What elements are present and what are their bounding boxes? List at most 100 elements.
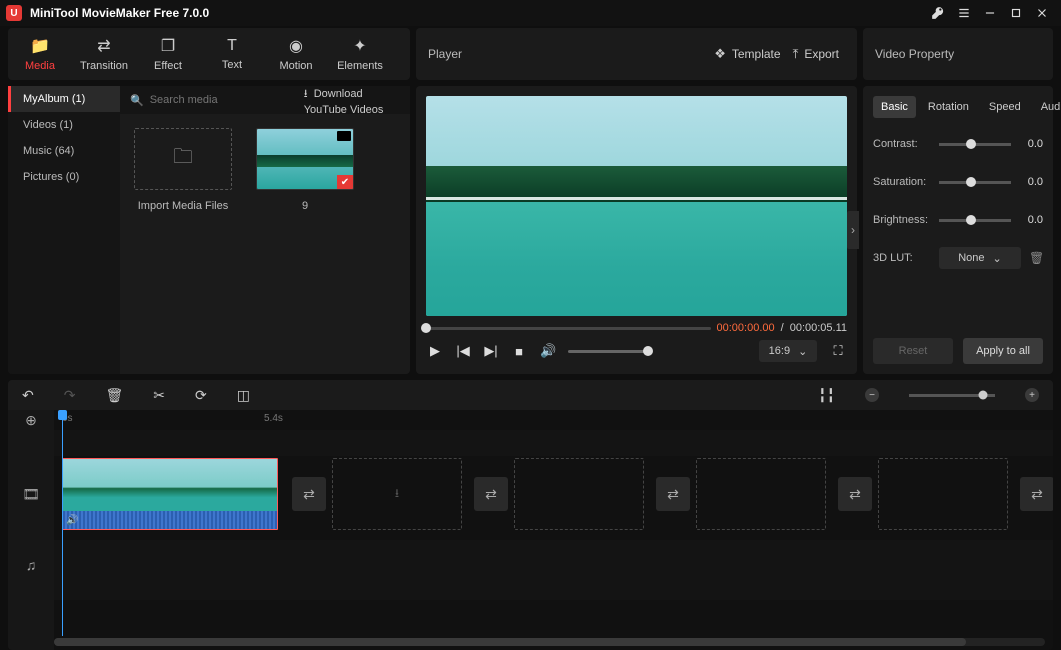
next-frame-button[interactable]: ▶| [484, 343, 498, 359]
tab-transition[interactable]: ⇄ Transition [72, 28, 136, 80]
prop-tab-audio[interactable]: Audio [1033, 96, 1061, 118]
property-label: Video Property [875, 47, 954, 61]
progress-slider[interactable] [426, 327, 711, 330]
empty-slot[interactable] [696, 458, 826, 530]
card-caption: Import Media Files [134, 200, 232, 212]
import-media-card[interactable]: 🗀 Import Media Files [134, 128, 232, 212]
tab-label: Effect [154, 60, 182, 72]
video-clip[interactable]: 🔊 [62, 458, 278, 530]
upgrade-key-icon[interactable] [925, 1, 951, 25]
brightness-slider[interactable] [939, 219, 1011, 222]
redo-button[interactable]: ↷ [64, 387, 76, 404]
transition-slot[interactable]: ⇄ [1020, 477, 1053, 511]
speed-button[interactable]: ⟳ [195, 387, 207, 404]
transition-slot[interactable]: ⇄ [656, 477, 690, 511]
folder-icon: 📁 [30, 36, 50, 56]
minimize-button[interactable] [977, 1, 1003, 25]
video-property-panel: Basic Rotation Speed Audio Contrast: 0.0… [863, 86, 1053, 374]
export-icon: ⤒ [793, 46, 799, 62]
zoom-in-button[interactable]: + [1025, 388, 1039, 402]
timeline-ruler[interactable]: 0s 5.4s [54, 410, 1053, 430]
sidebar-item-pictures[interactable]: Pictures (0) [8, 164, 120, 190]
sidebar-item-myalbum[interactable]: MyAlbum (1) [8, 86, 120, 112]
fullscreen-button[interactable]: ⛶ [831, 343, 845, 359]
playhead[interactable] [62, 410, 63, 636]
export-button[interactable]: ⤒ Export [787, 42, 845, 66]
playback-progress: 00:00:00.00 / 00:00:05.11 [426, 322, 847, 334]
tab-media[interactable]: 📁 Media [8, 28, 72, 80]
lut-delete-button[interactable]: 🗑 [1029, 251, 1043, 265]
crop-button[interactable]: ◫ [237, 387, 250, 404]
saturation-label: Saturation: [873, 176, 931, 188]
sidebar-item-music[interactable]: Music (64) [8, 138, 120, 164]
effect-icon: ❐ [161, 36, 175, 56]
close-button[interactable] [1029, 1, 1055, 25]
timeline-toolbar: ↶ ↷ 🗑 ✂ ⟳ ◫ ╏╏ − + [8, 380, 1053, 410]
search-input[interactable] [150, 94, 292, 106]
prev-frame-button[interactable]: |◀ [456, 343, 470, 359]
tab-effect[interactable]: ❐ Effect [136, 28, 200, 80]
transition-slot[interactable]: ⇄ [474, 477, 508, 511]
zoom-out-button[interactable]: − [865, 388, 879, 402]
stop-button[interactable]: ■ [512, 344, 526, 359]
transition-slot[interactable]: ⇄ [838, 477, 872, 511]
tab-elements[interactable]: ✦ Elements [328, 28, 392, 80]
contrast-row: Contrast: 0.0 [873, 130, 1043, 158]
fit-width-button[interactable]: ╏╏ [818, 387, 835, 404]
volume-slider[interactable] [568, 350, 648, 353]
effects-track[interactable] [54, 430, 1053, 456]
tab-text[interactable]: T Text [200, 28, 264, 80]
tab-motion[interactable]: ◉ Motion [264, 28, 328, 80]
button-label: Export [804, 47, 839, 61]
expand-properties-toggle[interactable]: › [847, 211, 859, 249]
media-library: MyAlbum (1) Videos (1) Music (64) Pictur… [8, 86, 410, 374]
template-icon: ❖ [714, 46, 726, 62]
saturation-slider[interactable] [939, 181, 1011, 184]
lut-label: 3D LUT: [873, 252, 931, 264]
sidebar-item-videos[interactable]: Videos (1) [8, 112, 120, 138]
download-youtube-link[interactable]: ⭳ Download YouTube Videos [304, 85, 400, 116]
transition-slot[interactable]: ⇄ [292, 477, 326, 511]
main-tabs: 📁 Media ⇄ Transition ❐ Effect T Text ◉ M… [8, 28, 410, 80]
timeline-tracks[interactable]: 🔊 ⇄ ⭳ ⇄ ⇄ ⇄ ⇄ [54, 430, 1053, 636]
play-button[interactable]: ▶ [428, 343, 442, 359]
brightness-label: Brightness: [873, 214, 931, 226]
hamburger-menu-icon[interactable] [951, 1, 977, 25]
app-logo: U [6, 5, 22, 21]
media-clip-card[interactable]: ✔ 9 [256, 128, 354, 212]
link-label: Download YouTube Videos [304, 88, 384, 116]
prop-tab-speed[interactable]: Speed [981, 96, 1029, 118]
aspect-ratio-select[interactable]: 16:9 ⌄ [759, 340, 817, 362]
template-button[interactable]: ❖ Template [708, 42, 786, 66]
contrast-slider[interactable] [939, 143, 1011, 146]
zoom-slider[interactable] [909, 394, 995, 397]
timeline-scrollbar[interactable] [54, 638, 1045, 646]
time-sep: / [781, 322, 784, 334]
motion-icon: ◉ [289, 36, 303, 56]
player-header: Player ❖ Template ⤒ Export [416, 28, 857, 80]
video-track[interactable]: 🔊 ⇄ ⭳ ⇄ ⇄ ⇄ ⇄ [54, 458, 1053, 530]
empty-slot[interactable] [514, 458, 644, 530]
chevron-down-icon: ⌄ [798, 345, 807, 358]
prop-tab-basic[interactable]: Basic [873, 96, 916, 118]
lut-select[interactable]: None ⌄ [939, 247, 1021, 269]
split-button[interactable]: ✂ [153, 387, 165, 404]
video-track-icon: 🎞 [8, 458, 54, 530]
player-label: Player [428, 47, 462, 61]
maximize-button[interactable] [1003, 1, 1029, 25]
reset-button[interactable]: Reset [873, 338, 953, 364]
prop-tab-rotation[interactable]: Rotation [920, 96, 977, 118]
empty-slot[interactable] [878, 458, 1008, 530]
lut-row: 3D LUT: None ⌄ 🗑 [873, 244, 1043, 272]
audio-track[interactable] [54, 540, 1053, 600]
empty-slot[interactable]: ⭳ [332, 458, 462, 530]
delete-button[interactable]: 🗑 [105, 387, 123, 404]
timeline-track-headers: ⊕ 🎞 ♫ [8, 410, 54, 650]
chevron-down-icon: ⌄ [993, 252, 1002, 265]
add-track-button[interactable]: ⊕ [8, 410, 54, 430]
apply-all-button[interactable]: Apply to all [963, 338, 1043, 364]
property-header: Video Property [863, 28, 1053, 80]
undo-button[interactable]: ↶ [22, 387, 34, 404]
player-screen[interactable] [426, 96, 847, 316]
volume-icon[interactable]: 🔊 [540, 343, 554, 359]
